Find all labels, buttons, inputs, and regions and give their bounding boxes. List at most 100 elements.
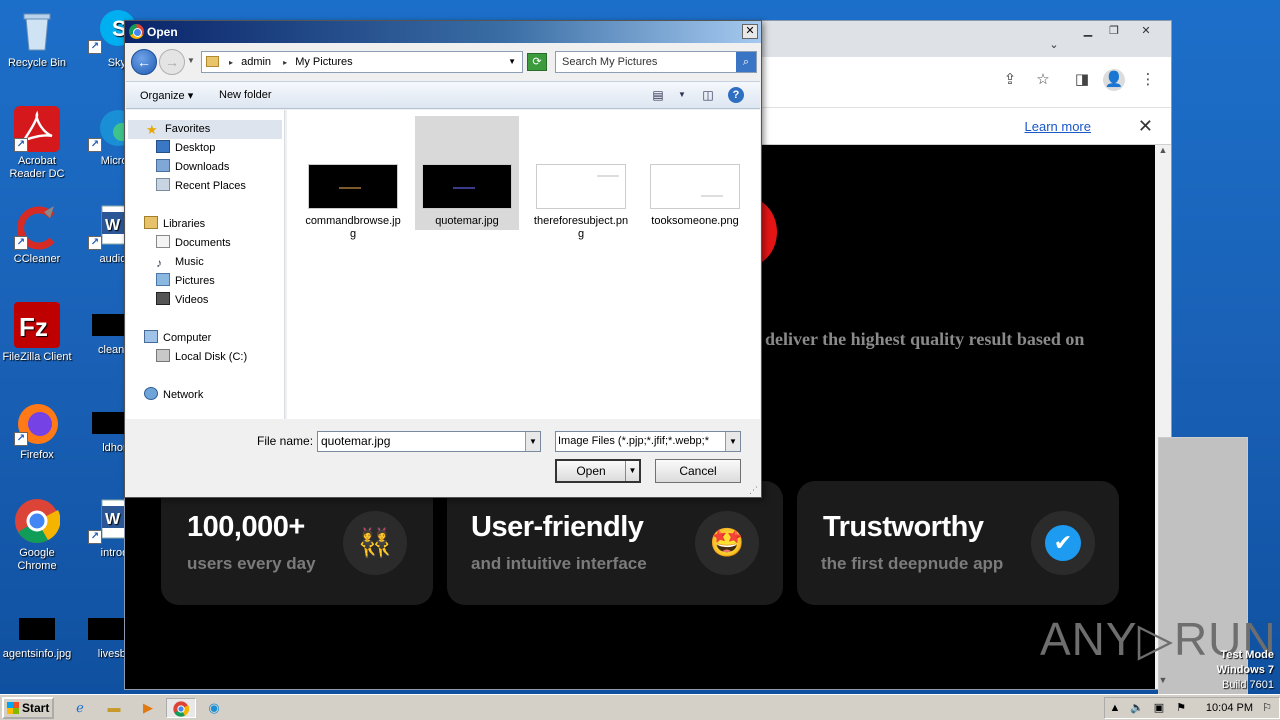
desktop-icon-firefox[interactable]: ↗ Firefox [0,400,74,462]
file-type-select[interactable]: Image Files (*.pjp;*.jfif;*.webp;* ▼ [555,431,741,452]
breadcrumb-separator-icon[interactable]: ▸ [283,53,287,73]
page-scrollbar[interactable]: ▲ ▼ [1155,145,1248,720]
new-folder-button[interactable]: New folder [219,89,272,101]
file-name-value: quotemar.jpg [321,434,391,448]
file-item-selected[interactable]: quotemar.jpg [415,116,519,230]
tab-search-chevron-icon[interactable]: ⌄ [1041,37,1067,55]
refresh-icon[interactable]: ⟳ [527,53,547,71]
learn-more-link[interactable]: Learn more [1025,119,1091,134]
nav-pictures[interactable]: Pictures [156,272,215,291]
desktop-icon-recycle-bin[interactable]: Recycle Bin [0,8,74,70]
dialog-close-button[interactable]: ✕ [742,24,758,39]
media-player-icon[interactable]: ▶ [136,698,160,718]
internet-explorer-icon[interactable]: ℯ [68,698,92,718]
chrome-taskbar-icon[interactable] [166,698,196,718]
stat-card-users: 100,000+ users every day 👯 [161,481,433,605]
preview-pane-icon[interactable]: ◫ [700,88,716,102]
nav-videos[interactable]: Videos [156,291,208,310]
desktop-icon-label: FileZilla Client [2,351,72,363]
breadcrumb-my-pictures[interactable]: My Pictures [295,52,352,72]
minimize-button[interactable]: ▁ [1075,23,1101,41]
open-options-dropdown-icon[interactable]: ▼ [625,461,639,481]
edge-taskbar-icon[interactable]: ◉ [202,698,226,718]
file-item[interactable]: thereforesubject.png [529,116,633,240]
file-explorer-icon[interactable]: ▬ [102,698,126,718]
file-item[interactable]: tooksomeone.png [643,116,747,230]
nav-libraries[interactable]: Libraries [144,215,205,234]
scroll-up-arrow-icon[interactable]: ▲ [1155,145,1171,159]
nav-desktop[interactable]: Desktop [156,139,215,158]
firefox-icon: ↗ [14,400,60,446]
dialog-footer: File name: quotemar.jpg ▼ Image Files (*… [125,420,761,497]
svg-text:Fz: Fz [19,312,48,342]
search-icon[interactable]: ⌕ [736,52,756,72]
back-arrow-icon[interactable]: ← [131,49,157,75]
flag-icon[interactable]: ⚐ [1259,698,1275,718]
forward-arrow-icon[interactable]: → [159,49,185,75]
cancel-button[interactable]: Cancel [655,459,741,483]
open-button[interactable]: Open ▼ [555,459,641,483]
desktop-icon-ccleaner[interactable]: ↗ CCleaner [0,204,74,266]
desktop-icon-agentsinfo[interactable]: agentsinfo.jpg [0,606,74,661]
nav-recent-places[interactable]: Recent Places [156,177,246,196]
profile-avatar-icon[interactable]: 👤 [1103,69,1125,91]
close-icon[interactable]: ✕ [1138,116,1153,137]
nav-local-disk[interactable]: Local Disk (C:) [156,348,247,367]
nav-network[interactable]: Network [144,386,203,405]
desktop-icon-google-chrome[interactable]: Google Chrome [0,498,74,573]
command-bar: Organize ▾ New folder ▤ ▼ ◫ ? [126,81,760,109]
chevron-down-icon[interactable]: ▼ [725,432,740,451]
restore-button[interactable]: ❐ [1101,23,1127,41]
clock[interactable]: 10:04 PM [1206,698,1253,718]
hard-drive-icon [156,349,170,362]
start-button[interactable]: Start [2,697,54,719]
desktop-icon-acrobat[interactable]: ↗ Acrobat Reader DC [0,106,74,181]
stat-card-trustworthy: Trustworthy the first deepnude app ✔ [797,481,1119,605]
test-mode-watermark: Test Mode Windows 7 Build 7601 [1217,648,1274,693]
file-item[interactable]: commandbrowse.jpg [301,116,405,240]
desktop-icon-label: Acrobat Reader DC [9,155,65,180]
file-name: thereforesubject.png [533,215,629,240]
file-name-label: File name: [257,434,314,448]
address-dropdown-icon[interactable]: ▼ [508,52,516,72]
desktop-icon-label: Recycle Bin [7,57,67,69]
image-file-icon [19,618,55,640]
windows-logo-icon [7,702,19,714]
recent-locations-dropdown-icon[interactable]: ▼ [187,56,195,65]
open-file-dialog: Open ✕ ← → ▼ ▸ admin ▸ My Pictures ▼ ⟳ S… [124,20,762,498]
card-title: 100,000+ [187,511,305,543]
action-center-icon[interactable]: ⚑ [1173,698,1189,718]
breadcrumb-admin[interactable]: admin [241,52,271,72]
search-input[interactable]: Search My Pictures ⌕ [555,51,757,73]
view-options-dropdown-icon[interactable]: ▼ [674,88,690,102]
volume-icon[interactable]: 🔈 [1129,698,1145,718]
nav-downloads[interactable]: Downloads [156,158,229,177]
side-panel-icon[interactable]: ◨ [1071,69,1093,91]
dialog-title-bar: Open ✕ [125,21,761,43]
nav-music[interactable]: ♪ Music [156,253,204,272]
address-bar[interactable]: ▸ admin ▸ My Pictures ▼ [201,51,523,73]
desktop-icon-filezilla[interactable]: Fz FileZilla Client [0,302,74,364]
nav-documents[interactable]: Documents [156,234,231,253]
network-tray-icon[interactable]: ▣ [1151,698,1167,718]
network-icon [144,387,158,400]
nav-computer[interactable]: Computer [144,329,211,348]
ccleaner-icon: ↗ [14,204,60,250]
resize-grip-icon[interactable]: ⋰ [749,485,759,495]
menu-kebab-icon[interactable]: ⋮ [1137,69,1159,91]
nav-favorites[interactable]: ★ Favorites [128,120,282,139]
scroll-down-arrow-icon[interactable]: ▼ [1155,675,1171,689]
change-view-icon[interactable]: ▤ [650,88,666,102]
file-name-input[interactable]: quotemar.jpg ▼ [317,431,541,452]
close-window-button[interactable]: ✕ [1133,23,1159,41]
bookmark-star-icon[interactable]: ☆ [1032,69,1054,91]
test-mode-label: Test Mode [1220,649,1274,661]
breadcrumb-separator-icon[interactable]: ▸ [229,53,233,73]
pictures-icon [156,273,170,286]
help-icon[interactable]: ? [728,87,744,103]
share-icon[interactable]: ⇪ [999,69,1021,91]
chevron-down-icon[interactable]: ▼ [525,432,540,451]
show-hidden-icons-icon[interactable]: ▲ [1107,698,1123,718]
recent-places-icon [156,178,170,191]
organize-menu-button[interactable]: Organize ▾ [140,89,193,102]
